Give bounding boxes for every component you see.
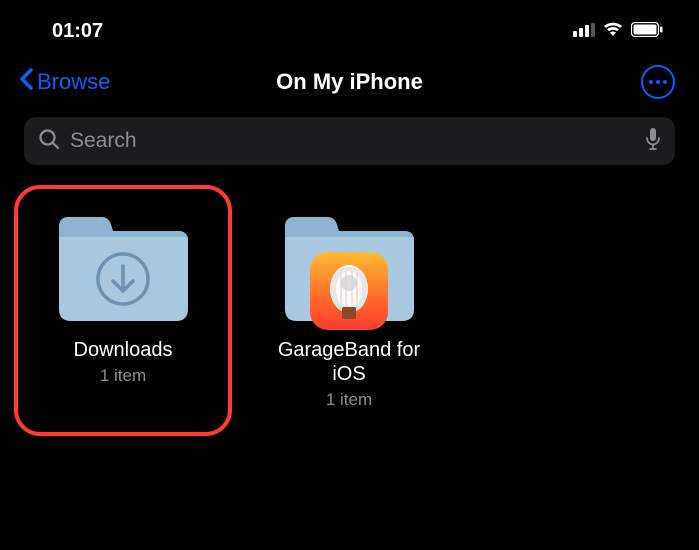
status-time: 01:07 [52, 20, 103, 43]
back-label: Browse [37, 69, 110, 95]
battery-icon [631, 20, 663, 43]
garageband-icon [310, 252, 388, 330]
folder-icon [277, 209, 422, 324]
more-button[interactable] [641, 65, 675, 99]
search-input[interactable]: Search [24, 117, 675, 165]
wifi-icon [602, 20, 624, 43]
status-bar: 01:07 [0, 0, 699, 55]
ellipsis-icon [649, 80, 667, 84]
chevron-left-icon [18, 67, 34, 97]
folder-name: Downloads [74, 338, 173, 362]
folder-meta: 1 item [100, 366, 146, 386]
nav-bar: Browse On My iPhone [0, 55, 699, 107]
folder-name: GarageBand for iOS [264, 338, 434, 386]
folder-grid: Downloads 1 item Gar [0, 165, 699, 410]
search-icon [38, 128, 60, 155]
folder-meta: 1 item [326, 390, 372, 410]
search-placeholder: Search [70, 129, 635, 153]
back-button[interactable]: Browse [18, 67, 110, 97]
status-icons [573, 20, 663, 43]
folder-icon [51, 209, 196, 324]
mic-icon[interactable] [645, 127, 661, 156]
signal-icon [573, 20, 595, 43]
folder-downloads[interactable]: Downloads 1 item [38, 209, 208, 410]
folder-garageband[interactable]: GarageBand for iOS 1 item [264, 209, 434, 410]
